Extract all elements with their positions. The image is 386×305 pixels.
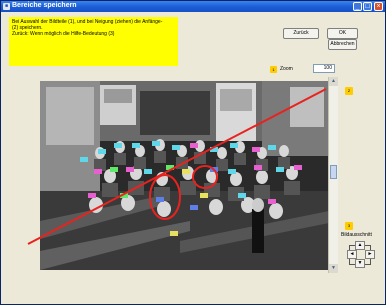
scroll-down-arrow-icon[interactable]: ▼	[329, 264, 338, 273]
nav-down-arrow-icon[interactable]: ▼	[355, 259, 365, 268]
nav-right-arrow-icon[interactable]: ►	[365, 250, 375, 259]
step-badge-2: 2	[345, 87, 353, 95]
vertical-scrollbar[interactable]: ▲ ▼	[328, 77, 338, 273]
dialog-window: ■ Bereiche speichern _ □ × Bei Auswahl d…	[0, 0, 386, 305]
scroll-thumb[interactable]	[330, 165, 337, 179]
nav-left-arrow-icon[interactable]: ◄	[347, 250, 357, 259]
scroll-up-arrow-icon[interactable]: ▲	[329, 77, 338, 86]
navigation-label: Bildausschnitt	[341, 232, 372, 238]
nav-up-arrow-icon[interactable]: ▲	[355, 241, 365, 250]
step-badge-3: 3	[345, 222, 353, 230]
